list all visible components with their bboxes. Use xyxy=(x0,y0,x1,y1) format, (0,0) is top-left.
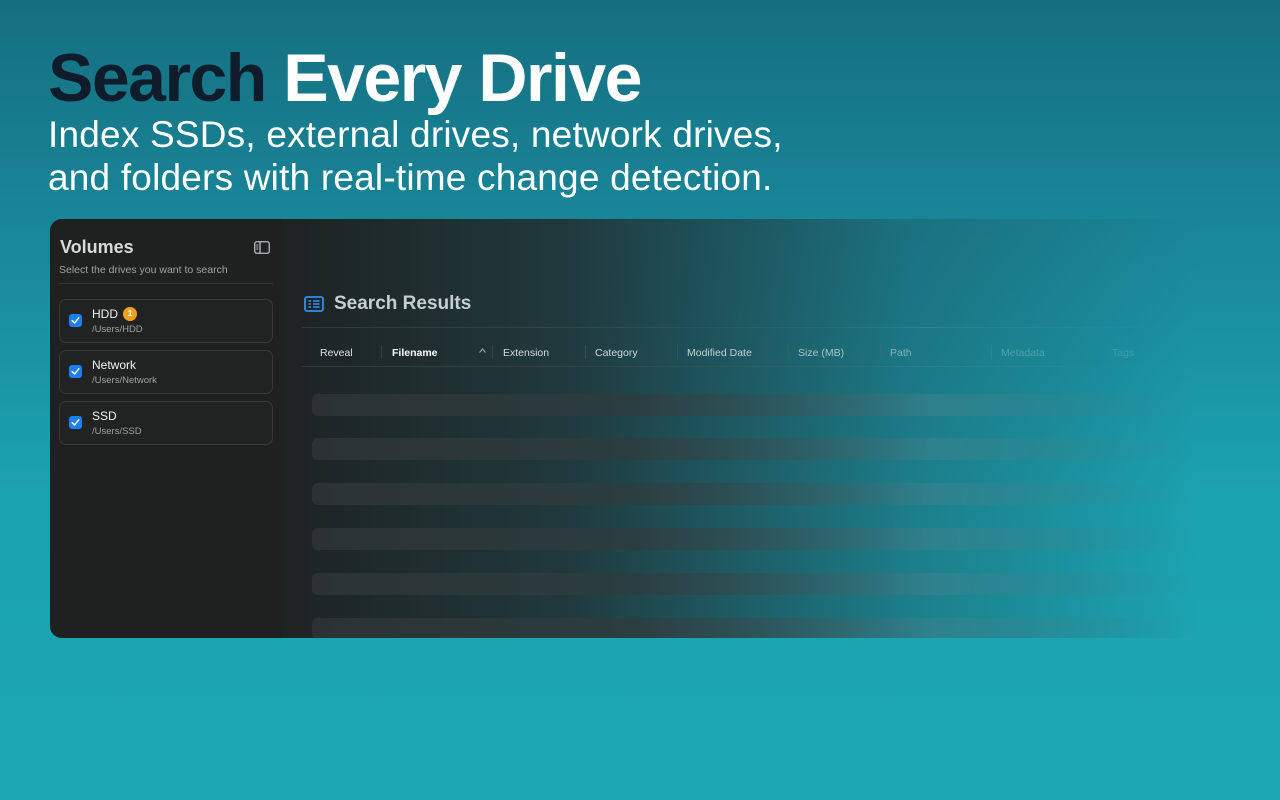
hero-subtitle-line-2: and folders with real-time change detect… xyxy=(48,157,773,198)
column-separator[interactable] xyxy=(381,345,382,359)
column-separator[interactable] xyxy=(788,345,789,359)
volume-path: /Users/SSD xyxy=(92,426,142,437)
result-row-placeholder xyxy=(312,618,1196,638)
table-header-divider xyxy=(302,366,1196,367)
sidebar-subtitle: Select the drives you want to search xyxy=(59,264,228,276)
volume-checkbox[interactable] xyxy=(69,314,82,327)
column-separator[interactable] xyxy=(492,345,493,359)
volumes-sidebar: Volumes Select the drives you want to se… xyxy=(50,219,282,638)
result-row-placeholder xyxy=(312,528,1196,550)
volume-path: /Users/HDD xyxy=(92,324,143,335)
volume-checkbox[interactable] xyxy=(69,416,82,429)
hero-title-dark: Search xyxy=(48,40,267,116)
sidebar-title: Volumes xyxy=(60,237,134,257)
column-header-reveal[interactable]: Reveal xyxy=(320,347,353,359)
result-row-placeholder xyxy=(312,483,1196,505)
hero-title: Search Every Drive xyxy=(48,38,642,118)
column-header-extension[interactable]: Extension xyxy=(503,347,549,359)
app-window: Volumes Select the drives you want to se… xyxy=(50,219,1196,638)
result-row-placeholder xyxy=(312,438,1196,460)
hero-subtitle-line-1: Index SSDs, external drives, network dri… xyxy=(48,114,783,155)
column-header-metadata[interactable]: Metadata xyxy=(1001,347,1045,359)
column-header-tags[interactable]: Tags xyxy=(1112,347,1134,359)
list-icon xyxy=(304,296,324,312)
column-header-category[interactable]: Category xyxy=(595,347,638,359)
column-header-path[interactable]: Path xyxy=(890,347,912,359)
checkmark-icon xyxy=(71,368,80,375)
volume-name: Network xyxy=(92,358,137,372)
hero-subtitle: Index SSDs, external drives, network dri… xyxy=(48,113,783,199)
checkmark-icon xyxy=(71,317,80,324)
column-separator[interactable] xyxy=(585,345,586,359)
result-row-placeholder xyxy=(312,573,1196,595)
results-divider xyxy=(302,327,1196,328)
hero-title-light: Every Drive xyxy=(283,40,642,116)
result-row-placeholder xyxy=(312,394,1196,416)
column-separator[interactable] xyxy=(880,345,881,359)
sort-ascending-icon[interactable] xyxy=(478,347,487,354)
volume-name: SSD xyxy=(92,409,117,423)
column-header-modified-date[interactable]: Modified Date xyxy=(687,347,752,359)
volume-item-ssd[interactable]: SSD /Users/SSD xyxy=(59,401,273,445)
results-title: Search Results xyxy=(334,293,472,314)
volume-item-network[interactable]: Network /Users/Network xyxy=(59,350,273,394)
volume-badge: 1 xyxy=(123,307,137,321)
volume-item-hdd[interactable]: HDD 1 /Users/HDD xyxy=(59,299,273,343)
column-separator[interactable] xyxy=(991,345,992,359)
volume-checkbox[interactable] xyxy=(69,365,82,378)
sidebar-toggle-icon[interactable] xyxy=(254,241,270,254)
checkmark-icon xyxy=(71,419,80,426)
column-header-filename[interactable]: Filename xyxy=(392,347,438,359)
column-header-size[interactable]: Size (MB) xyxy=(798,347,844,359)
sidebar-divider xyxy=(59,283,273,284)
volume-path: /Users/Network xyxy=(92,375,157,386)
volume-name: HDD xyxy=(92,307,118,321)
column-separator[interactable] xyxy=(677,345,678,359)
